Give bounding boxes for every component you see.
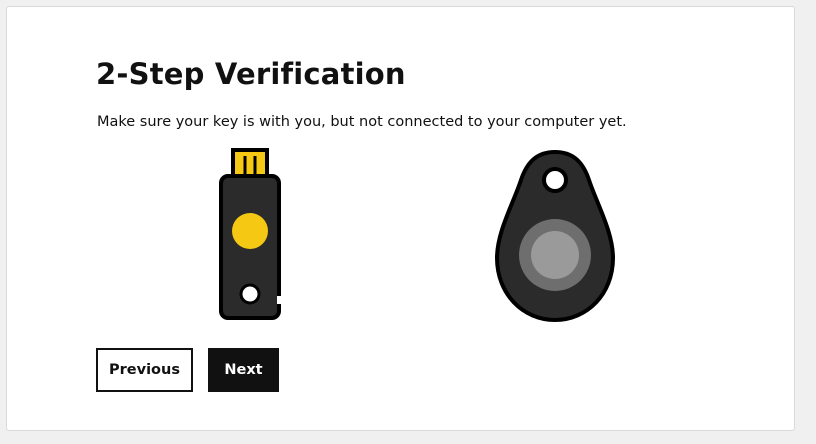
verification-card: 2-Step Verification Make sure your key i… xyxy=(6,6,795,431)
usb-security-key-icon xyxy=(219,148,283,320)
page-title: 2-Step Verification xyxy=(96,57,406,91)
instructions-text: Make sure your key is with you, but not … xyxy=(97,114,627,130)
next-button[interactable]: Next xyxy=(208,348,279,392)
nfc-key-fob-icon xyxy=(494,149,616,323)
previous-button[interactable]: Previous xyxy=(96,348,193,392)
